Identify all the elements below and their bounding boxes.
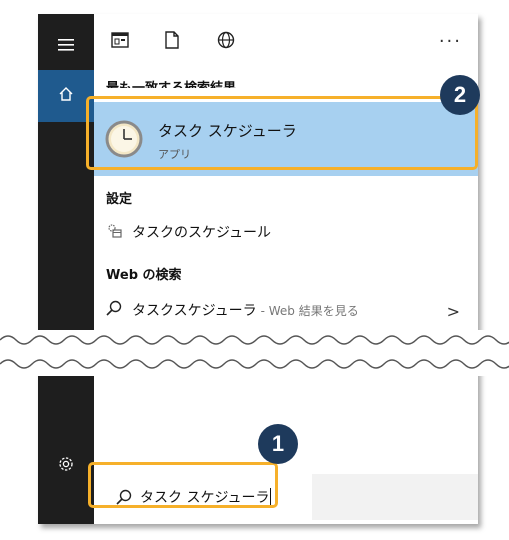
search-icon bbox=[106, 300, 122, 320]
filter-web-button[interactable] bbox=[214, 30, 238, 54]
settings-item-label: タスクのスケジュール bbox=[132, 225, 272, 241]
settings-header: 設定 bbox=[106, 192, 133, 207]
menu-button[interactable] bbox=[38, 22, 94, 70]
step-2-badge: 2 bbox=[440, 75, 480, 115]
filter-apps-button[interactable] bbox=[108, 30, 132, 54]
settings-task-icon bbox=[106, 222, 122, 242]
globe-icon bbox=[217, 31, 235, 53]
app-icon bbox=[111, 32, 129, 52]
filter-documents-button[interactable] bbox=[160, 30, 184, 54]
step-1-badge: 1 bbox=[258, 424, 298, 464]
settings-button[interactable] bbox=[38, 442, 94, 490]
highlight-best-match bbox=[86, 96, 478, 170]
more-options-button[interactable]: ··· bbox=[439, 30, 462, 54]
document-icon bbox=[165, 31, 179, 53]
settings-result-item[interactable]: タスクのスケジュール bbox=[106, 222, 271, 242]
highlight-search-box bbox=[88, 462, 278, 508]
web-hint: - Web 結果を見る bbox=[260, 303, 359, 318]
search-box-extension bbox=[312, 474, 478, 520]
tear-break bbox=[0, 330, 509, 376]
left-rail bbox=[38, 14, 94, 524]
web-query: タスクスケジューラ bbox=[132, 303, 257, 319]
best-match-header: 最も一致する検索結果 bbox=[106, 80, 236, 88]
web-search-item[interactable]: タスクスケジューラ - Web 結果を見る bbox=[106, 300, 359, 320]
menu-icon bbox=[58, 37, 74, 56]
search-filter-toolbar: ··· bbox=[94, 14, 478, 70]
web-search-header: Web の検索 bbox=[106, 268, 182, 283]
settings-icon bbox=[57, 455, 75, 477]
home-icon bbox=[58, 86, 74, 106]
chevron-right-icon[interactable]: > bbox=[447, 302, 460, 321]
